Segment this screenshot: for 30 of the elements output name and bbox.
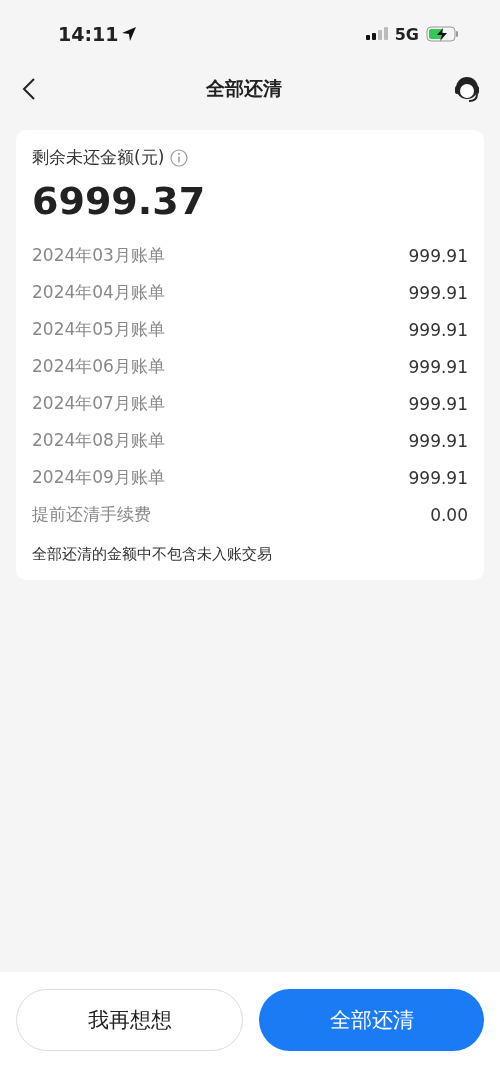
- bill-label: 2024年03月账单: [32, 244, 165, 267]
- clock-time: 14:11: [58, 23, 119, 45]
- bill-label: 2024年07月账单: [32, 392, 165, 415]
- bill-amount: 999.91: [408, 356, 468, 377]
- bill-amount: 999.91: [408, 430, 468, 451]
- bill-amount: 999.91: [408, 393, 468, 414]
- bill-amount: 999.91: [408, 319, 468, 340]
- battery-charging-icon: [426, 26, 460, 42]
- signal-icon: [365, 27, 388, 41]
- bill-label: 2024年04月账单: [32, 281, 165, 304]
- bill-label: 2024年06月账单: [32, 355, 165, 378]
- repay-all-button[interactable]: 全部还清: [259, 989, 484, 1051]
- bill-amount: 999.91: [408, 467, 468, 488]
- bill-label: 提前还清手续费: [32, 503, 151, 526]
- bill-amount: 999.91: [408, 245, 468, 266]
- page-title: 全部还清: [206, 76, 282, 101]
- cancel-button[interactable]: 我再想想: [16, 989, 243, 1051]
- balance-label: 剩余未还金额(元): [32, 146, 165, 169]
- location-arrow-icon: [121, 26, 138, 42]
- bill-label: 2024年05月账单: [32, 318, 165, 341]
- bill-amount: 999.91: [408, 282, 468, 303]
- network-label: 5G: [394, 24, 419, 44]
- back-icon[interactable]: [22, 77, 36, 101]
- balance-amount: 6999.37: [32, 179, 207, 223]
- bill-label: 2024年09月账单: [32, 466, 165, 489]
- bill-label: 2024年08月账单: [32, 429, 165, 452]
- info-icon[interactable]: [170, 148, 189, 167]
- note-text: 全部还清的金额中不包含未入账交易: [32, 545, 273, 564]
- bill-amount: 0.00: [430, 504, 468, 525]
- headset-agent-icon[interactable]: [452, 74, 482, 104]
